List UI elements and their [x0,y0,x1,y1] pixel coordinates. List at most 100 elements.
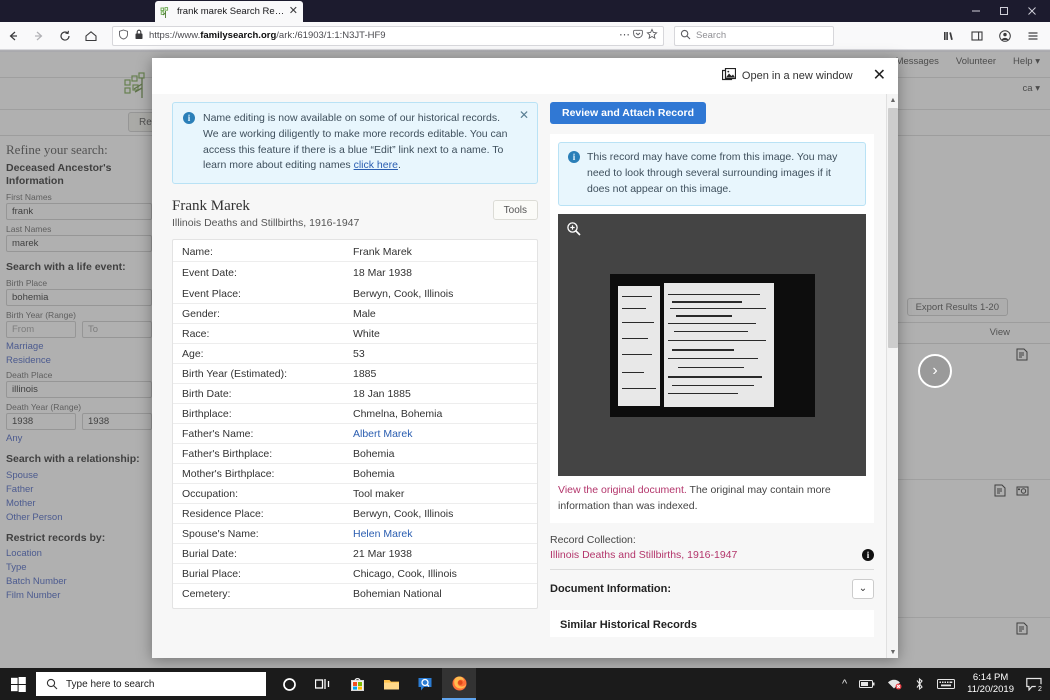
account-icon[interactable] [992,25,1018,47]
record-field-value: 18 Mar 1938 [353,267,412,280]
record-field-key: Birth Year (Estimated): [182,367,288,380]
browser-search-bar[interactable]: Search [674,25,834,46]
click-here-link[interactable]: click here [354,159,398,171]
record-field-key: Event Date: [182,267,237,280]
record-image-alert-text: This record may have come from this imag… [587,151,838,195]
record-subtitle: Illinois Deaths and Stillbirths, 1916-19… [172,217,360,230]
file-explorer-icon[interactable] [374,668,408,700]
record-field-value: Male [353,307,376,320]
record-field-value: Tool maker [353,487,405,500]
task-view-icon[interactable] [306,668,340,700]
taskbar-search-box[interactable]: Type here to search [36,672,266,696]
record-image-column: Review and Attach Record i This record m… [550,102,880,658]
open-in-new-window-label: Open in a new window [741,70,853,82]
record-field-row: Gender: Male [173,304,537,325]
collection-info-icon[interactable]: i [862,548,874,561]
document-information-row[interactable]: Document Information: ⌄ [550,568,874,599]
record-field-row: Burial Place: Chicago, Cook, Illinois [173,564,537,585]
chevron-down-icon[interactable]: ⌄ [852,578,874,599]
cortana-icon[interactable] [272,668,306,700]
hamburger-menu-icon[interactable] [1020,25,1046,47]
snip-sketch-icon[interactable] [408,668,442,700]
window-maximize-button[interactable] [990,0,1018,22]
page-actions-icon[interactable]: ⋯ [619,30,630,41]
keyboard-icon[interactable] [937,678,956,690]
bluetooth-icon[interactable] [914,677,925,691]
scroll-up-icon[interactable]: ▲ [887,94,898,106]
record-field-value: Bohemia [353,467,395,480]
window-minimize-button[interactable] [962,0,990,22]
window-controls [962,0,1046,22]
notification-count: 2 [1035,684,1045,694]
window-close-button[interactable] [1018,0,1046,22]
record-field-key: Spouse's Name: [182,527,259,540]
library-icon[interactable] [936,25,962,47]
record-field-row: Father's Birthplace: Bohemia [173,444,537,465]
scanned-document-image [609,273,815,417]
record-field-value[interactable]: Albert Marek [353,428,413,440]
document-image-viewer[interactable] [558,214,866,477]
next-result-button[interactable]: › [918,354,952,388]
open-in-new-window-button[interactable]: Open in a new window [721,67,853,85]
record-field-row: Event Place: Berwyn, Cook, Illinois [173,284,537,305]
record-field-value: 1885 [353,367,377,380]
start-button[interactable] [0,676,36,692]
url-bar[interactable]: https://www.familysearch.org/ark:/61903/… [112,25,664,46]
record-image-alert: i This record may have come from this im… [558,142,866,207]
record-field-value[interactable]: Helen Marek [353,528,413,540]
record-collection-link[interactable]: Illinois Deaths and Stillbirths, 1916-19… [550,549,737,561]
browser-tab[interactable]: frank marek Search Results ✕ [155,1,303,22]
view-original-document-link[interactable]: View the original document. [558,484,687,496]
tracking-protection-icon[interactable] [118,27,129,45]
record-field-row: Residence Place: Berwyn, Cook, Illinois [173,504,537,525]
sidebar-toggle-icon[interactable] [964,25,990,47]
name-editing-alert: i Name editing is now available on some … [172,102,538,184]
record-field-value: Chicago, Cook, Illinois [353,567,457,580]
modal-close-icon[interactable]: ✕ [873,68,886,84]
record-collection-label: Record Collection: [550,533,636,546]
record-field-key: Burial Date: [182,547,237,560]
scroll-down-icon[interactable]: ▼ [887,646,898,658]
similar-records-title: Similar Historical Records [560,618,697,631]
tab-close-icon[interactable]: ✕ [289,6,298,17]
reload-button-icon[interactable] [52,25,78,47]
record-field-key: Age: [182,347,204,360]
record-field-key: Birthplace: [182,407,232,420]
pocket-icon[interactable] [632,27,644,45]
bookmark-star-icon[interactable] [646,27,658,45]
back-button-icon[interactable] [0,25,26,47]
record-field-key: Event Place: [182,287,241,300]
taskbar-clock[interactable]: 6:14 PM 11/20/2019 [967,672,1014,697]
firefox-icon[interactable] [442,668,476,700]
record-field-key: Cemetery: [182,588,231,601]
zoom-in-icon[interactable] [566,221,582,240]
windows-taskbar: Type here to search ^ 6:14 PM 11/20/2019… [0,668,1050,700]
alert-dismiss-icon[interactable]: ✕ [519,108,529,122]
home-button-icon[interactable] [78,25,104,47]
info-icon: i [568,151,580,163]
action-center-icon[interactable]: 2 [1026,677,1045,694]
battery-icon[interactable] [859,679,875,689]
record-title-row: Frank Marek Illinois Deaths and Stillbir… [172,198,538,229]
modal-scrollbar[interactable]: ▲ ▼ [886,94,898,658]
taskbar-search-placeholder: Type here to search [66,678,155,690]
record-field-key: Father's Birthplace: [182,447,273,460]
tray-expand-icon[interactable]: ^ [842,678,847,690]
record-title-block: Frank Marek Illinois Deaths and Stillbir… [172,198,359,229]
record-field-row: Birthplace: Chmelna, Bohemia [173,404,537,425]
browser-toolbar: https://www.familysearch.org/ark:/61903/… [0,22,1050,50]
record-field-row: Father's Name: Albert Marek [173,424,537,445]
lock-icon [134,27,144,45]
browser-tab-strip: frank marek Search Results ✕ [0,0,1050,22]
microsoft-store-icon[interactable] [340,668,374,700]
record-field-row: Cemetery: Bohemian National [173,584,537,604]
url-bar-actions: ⋯ [619,27,658,45]
record-field-key: Gender: [182,307,220,320]
record-field-value: Frank Marek [353,245,412,258]
tools-button[interactable]: Tools [492,200,538,220]
taskbar-app-icons [272,668,476,700]
record-field-row: Burial Date: 21 Mar 1938 [173,544,537,565]
scrollbar-thumb[interactable] [888,108,898,348]
network-offline-icon[interactable] [887,678,902,690]
review-attach-record-button[interactable]: Review and Attach Record [550,102,707,124]
